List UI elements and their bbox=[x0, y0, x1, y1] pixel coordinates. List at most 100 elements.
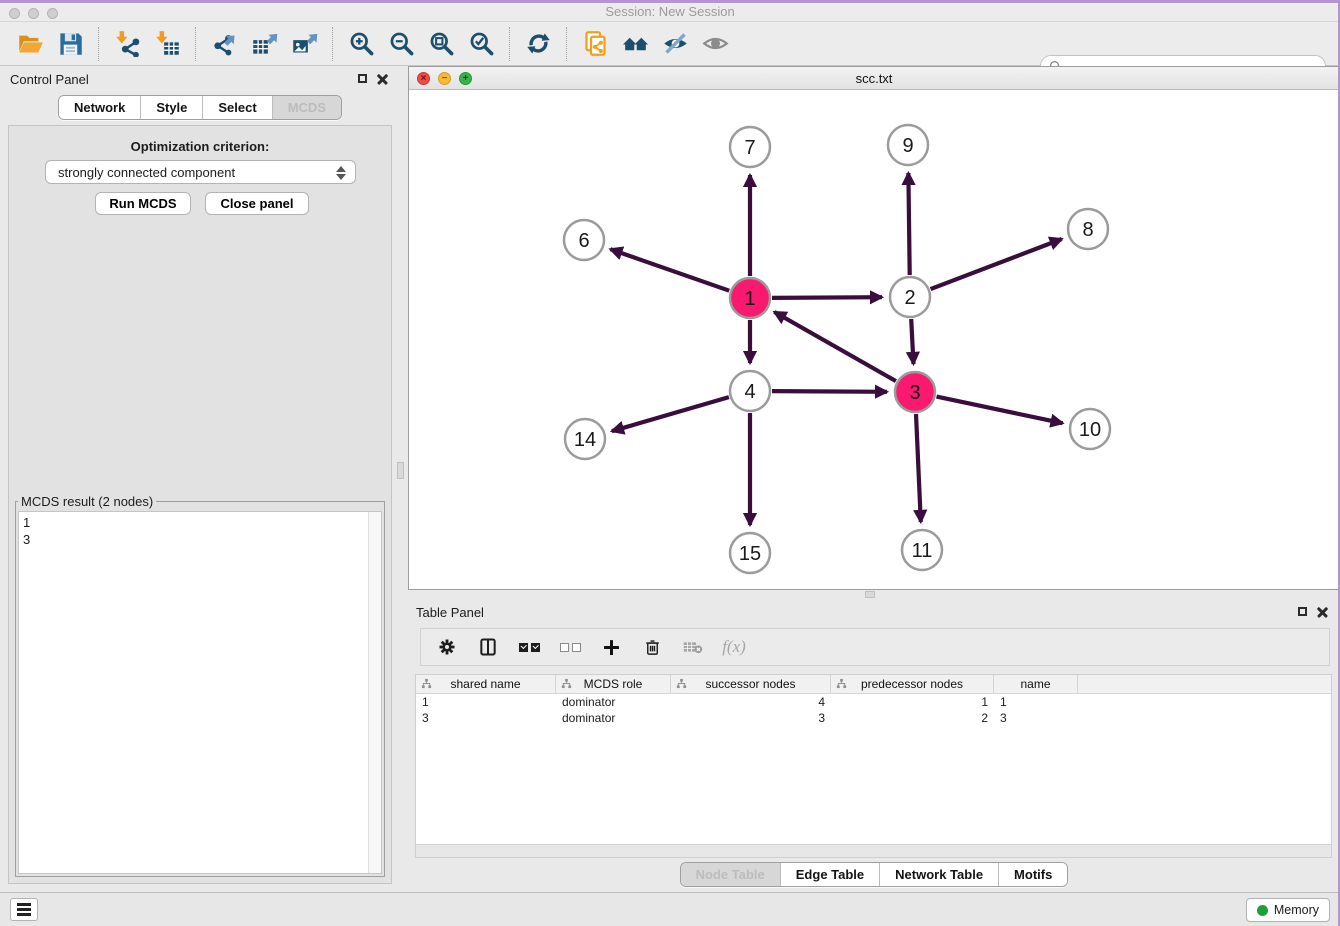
graph-node-14[interactable]: 14 bbox=[565, 419, 605, 459]
zoom-in-button[interactable] bbox=[341, 26, 381, 62]
column-header-shared-name[interactable]: shared name bbox=[416, 675, 556, 693]
delete-table-button[interactable] bbox=[682, 636, 704, 658]
gear-icon bbox=[437, 637, 457, 657]
column-header-name[interactable]: name bbox=[994, 675, 1078, 693]
delete-column-button[interactable] bbox=[641, 636, 663, 658]
graph-edge-3-11[interactable] bbox=[916, 414, 921, 522]
graph-node-11[interactable]: 11 bbox=[902, 530, 942, 570]
zoom-in-icon bbox=[348, 30, 375, 57]
graph-node-4[interactable]: 4 bbox=[730, 371, 770, 411]
graph-edge-1-2[interactable] bbox=[772, 297, 882, 298]
graph-edge-3-1[interactable] bbox=[774, 312, 896, 381]
zoom-selected-button[interactable] bbox=[461, 26, 501, 62]
graph-node-3[interactable]: 3 bbox=[895, 372, 935, 412]
float-panel-icon[interactable] bbox=[358, 74, 367, 83]
tab-node-table[interactable]: Node Table bbox=[681, 863, 780, 886]
column-header-MCDS-role[interactable]: MCDS role bbox=[556, 675, 671, 693]
table-row[interactable]: 3dominator323 bbox=[416, 710, 1331, 726]
table-settings-button[interactable] bbox=[436, 636, 458, 658]
add-column-button[interactable] bbox=[600, 636, 622, 658]
graph-node-15[interactable]: 15 bbox=[730, 533, 770, 573]
network-graph[interactable]: 7 9 6 8 1 2 4 3 14 10 15 11 bbox=[409, 90, 1339, 589]
export-image-button[interactable] bbox=[284, 26, 324, 62]
run-mcds-button[interactable]: Run MCDS bbox=[95, 192, 191, 215]
window-frame-top bbox=[0, 0, 1340, 3]
graph-edge-4-3[interactable] bbox=[772, 391, 887, 392]
float-table-panel-icon[interactable] bbox=[1298, 607, 1307, 616]
show-columns-button[interactable] bbox=[477, 636, 499, 658]
graph-edge-3-10[interactable] bbox=[937, 397, 1063, 424]
hide-panels-button[interactable] bbox=[655, 26, 695, 62]
clone-network-button[interactable] bbox=[575, 26, 615, 62]
import-network-button[interactable] bbox=[107, 26, 147, 62]
graph-edge-4-14[interactable] bbox=[612, 397, 729, 431]
cell-successor-nodes[interactable]: 3 bbox=[671, 711, 831, 725]
toolbar-separator bbox=[566, 27, 567, 61]
optimization-select[interactable]: strongly connected component bbox=[45, 160, 356, 184]
graph-node-7[interactable]: 7 bbox=[730, 127, 770, 167]
graph-node-2[interactable]: 2 bbox=[890, 277, 930, 317]
cell-successor-nodes[interactable]: 4 bbox=[671, 695, 831, 709]
close-panel-button[interactable]: Close panel bbox=[205, 192, 309, 215]
tab-edge-table[interactable]: Edge Table bbox=[780, 863, 879, 886]
cell-shared-name[interactable]: 3 bbox=[416, 711, 556, 725]
cell-MCDS-role[interactable]: dominator bbox=[556, 695, 671, 709]
graph-edge-1-6[interactable] bbox=[610, 249, 729, 291]
task-history-button[interactable] bbox=[10, 898, 38, 921]
zoom-fit-button[interactable] bbox=[421, 26, 461, 62]
graph-node-8[interactable]: 8 bbox=[1068, 209, 1108, 249]
tree-icon bbox=[421, 678, 432, 692]
table-hscrollbar[interactable] bbox=[416, 844, 1331, 857]
table-panel-tabs: Node TableEdge TableNetwork TableMotifs bbox=[680, 862, 1069, 887]
column-header-successor-nodes[interactable]: successor nodes bbox=[671, 675, 831, 693]
network-view-window: × − + scc.txt 7 9 6 8 1 2 4 3 14 10 15 11 bbox=[408, 66, 1340, 590]
graph-node-10[interactable]: 10 bbox=[1070, 409, 1110, 449]
select-all-button[interactable] bbox=[518, 636, 540, 658]
main-toolbar bbox=[0, 22, 1340, 66]
svg-text:3: 3 bbox=[909, 382, 920, 404]
tab-mcds[interactable]: MCDS bbox=[272, 96, 341, 119]
function-builder-button[interactable]: f(x) bbox=[723, 636, 745, 658]
network-canvas[interactable]: 7 9 6 8 1 2 4 3 14 10 15 11 bbox=[409, 90, 1339, 589]
graph-edge-2-8[interactable] bbox=[931, 239, 1062, 289]
tab-network[interactable]: Network bbox=[59, 96, 140, 119]
tab-select[interactable]: Select bbox=[202, 96, 271, 119]
houses-icon bbox=[622, 30, 649, 57]
show-panels-button[interactable] bbox=[695, 26, 735, 62]
graph-edge-2-3[interactable] bbox=[911, 319, 913, 364]
close-table-panel-icon[interactable] bbox=[1317, 606, 1328, 617]
cell-predecessor-nodes[interactable]: 2 bbox=[831, 711, 994, 725]
refresh-button[interactable] bbox=[518, 26, 558, 62]
graph-node-6[interactable]: 6 bbox=[564, 220, 604, 260]
cell-predecessor-nodes[interactable]: 1 bbox=[831, 695, 994, 709]
cell-shared-name[interactable]: 1 bbox=[416, 695, 556, 709]
graph-edge-2-9[interactable] bbox=[908, 173, 909, 275]
mcds-result-line: 3 bbox=[23, 531, 363, 548]
graph-node-1[interactable]: 1 bbox=[730, 278, 770, 318]
graph-node-9[interactable]: 9 bbox=[888, 125, 928, 165]
zoom-out-button[interactable] bbox=[381, 26, 421, 62]
memory-button[interactable]: Memory bbox=[1246, 898, 1330, 922]
export-network-icon bbox=[211, 30, 238, 57]
cell-name[interactable]: 3 bbox=[994, 711, 1078, 725]
tab-network-table[interactable]: Network Table bbox=[879, 863, 998, 886]
cell-name[interactable]: 1 bbox=[994, 695, 1078, 709]
result-scrollbar[interactable] bbox=[368, 512, 381, 873]
export-network-button[interactable] bbox=[204, 26, 244, 62]
network-window-titlebar[interactable]: × − + scc.txt bbox=[409, 67, 1339, 90]
home-button[interactable] bbox=[615, 26, 655, 62]
vertical-splitter-handle[interactable] bbox=[397, 462, 404, 479]
deselect-all-button[interactable] bbox=[559, 636, 581, 658]
close-panel-icon[interactable] bbox=[377, 73, 388, 84]
tab-style[interactable]: Style bbox=[140, 96, 202, 119]
open-session-button[interactable] bbox=[10, 26, 50, 62]
tab-motifs[interactable]: Motifs bbox=[998, 863, 1067, 886]
table-row[interactable]: 1dominator411 bbox=[416, 694, 1331, 710]
cell-MCDS-role[interactable]: dominator bbox=[556, 711, 671, 725]
column-header-predecessor-nodes[interactable]: predecessor nodes bbox=[831, 675, 994, 693]
horizontal-splitter-handle[interactable] bbox=[865, 591, 875, 598]
save-session-button[interactable] bbox=[50, 26, 90, 62]
checked-box-icon bbox=[519, 643, 528, 652]
export-table-button[interactable] bbox=[244, 26, 284, 62]
import-table-button[interactable] bbox=[147, 26, 187, 62]
